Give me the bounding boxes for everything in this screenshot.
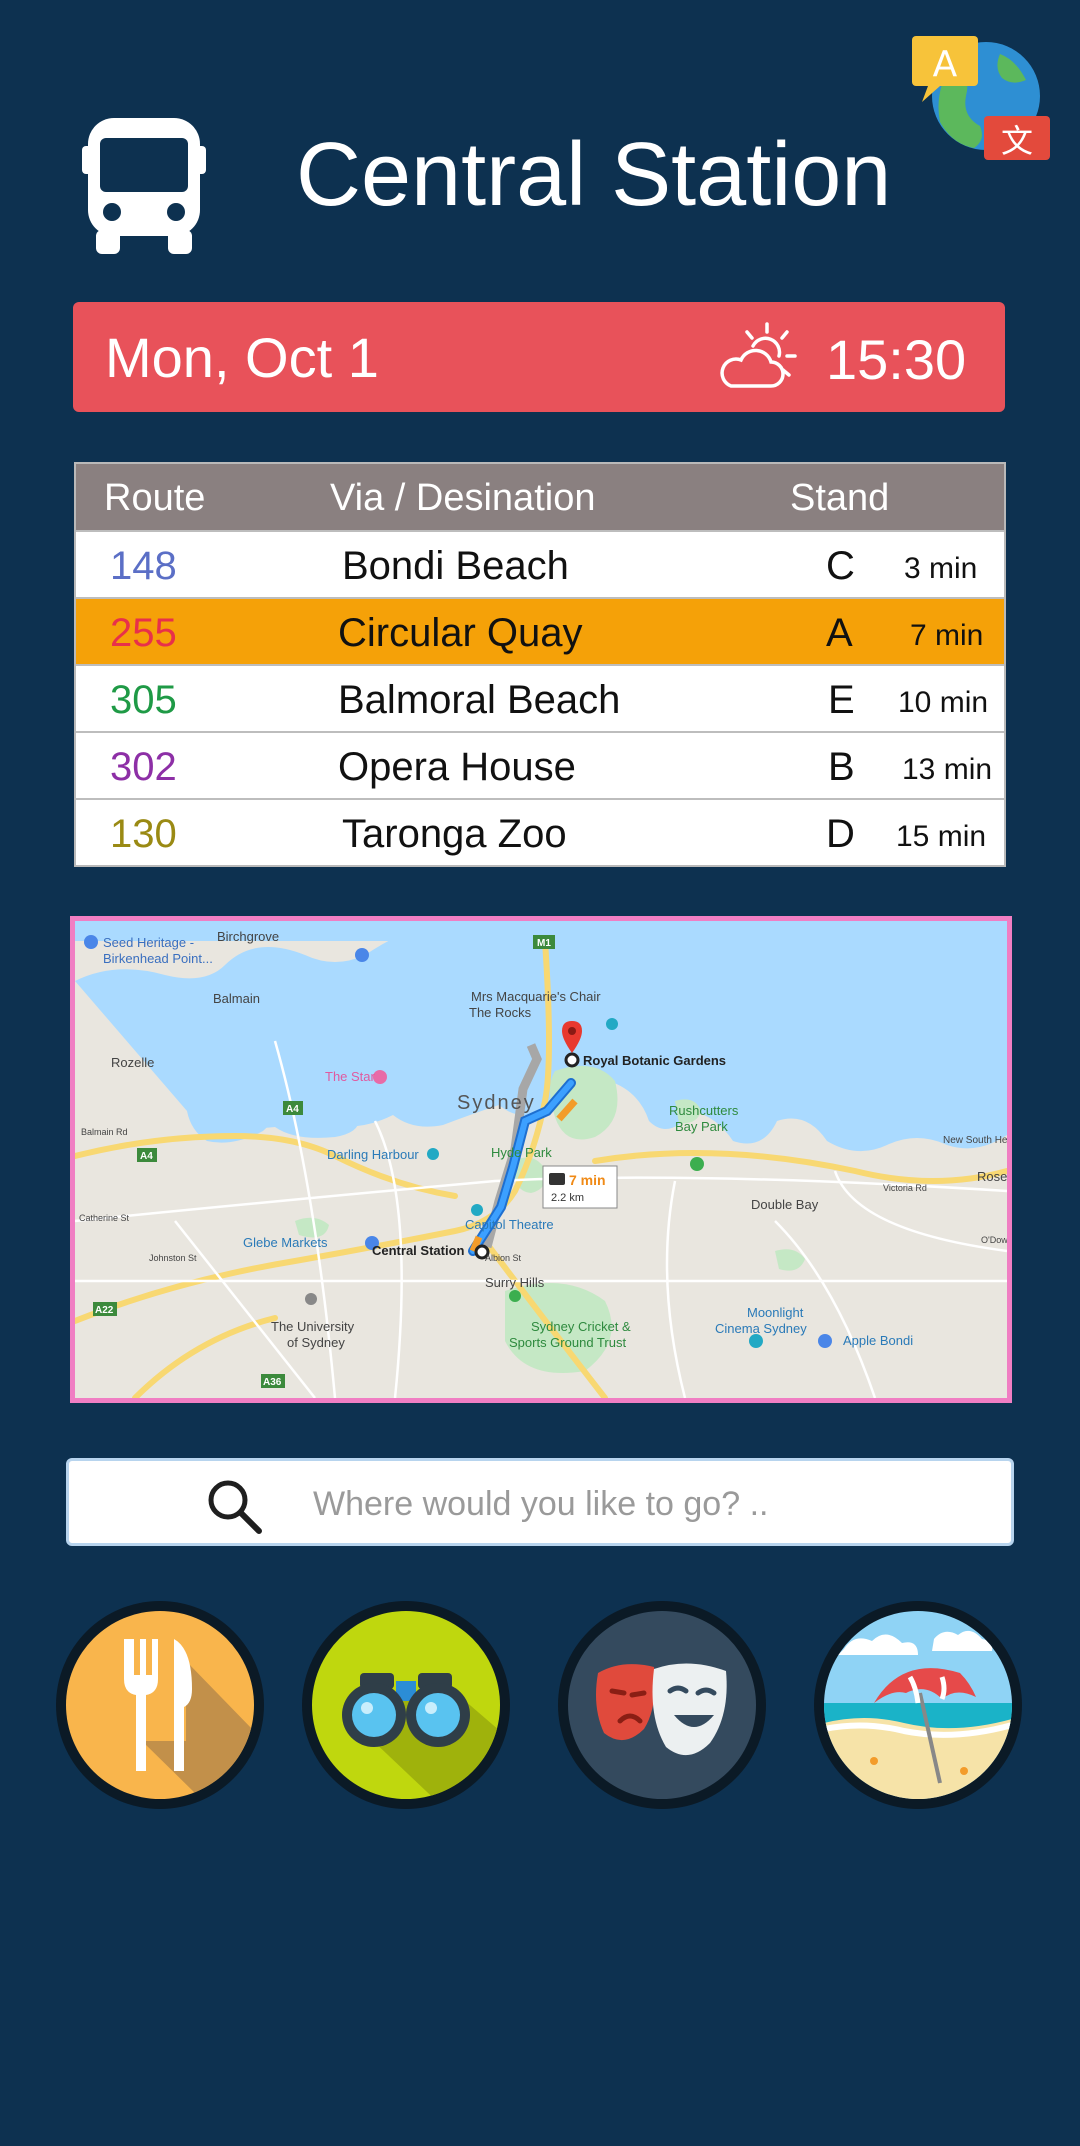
minutes-until: 15 min [896, 820, 987, 853]
map-label: Rushcutters [669, 1103, 739, 1118]
destination: Bondi Beach [342, 544, 569, 588]
map-label: Birchgrove [217, 929, 279, 944]
minutes-until: 7 min [910, 619, 984, 652]
stand: E [828, 678, 855, 722]
theatre-masks-icon [568, 1611, 756, 1799]
stand: D [826, 812, 855, 856]
search-icon [208, 1480, 262, 1534]
table-row[interactable]: 148 Bondi Beach C 3 min [76, 530, 1004, 597]
map-label: of Sydney [287, 1335, 345, 1350]
stand: C [826, 544, 855, 588]
map-label: Sydney [457, 1092, 536, 1114]
map-label: A4 [286, 1104, 299, 1115]
destination: Circular Quay [338, 611, 583, 655]
category-theatre-button[interactable] [558, 1601, 766, 1809]
map-label: Balmain [213, 991, 260, 1006]
map-label: Rozelle [111, 1055, 154, 1070]
map-distance: 2.2 km [551, 1192, 584, 1204]
destination: Balmoral Beach [338, 678, 621, 722]
map-label: O'Dowd St [981, 1235, 1007, 1245]
map-label: Royal Botanic Gardens [583, 1053, 726, 1068]
map-label: Cinema Sydney [715, 1321, 807, 1336]
route-number: 255 [110, 611, 177, 655]
table-header: Route Via / Desination Stand [76, 464, 1004, 530]
map-label: Victoria Rd [883, 1183, 927, 1193]
map-label: Rose [977, 1169, 1007, 1184]
page-title: Central Station [296, 125, 892, 225]
table-row[interactable]: 130 Taronga Zoo D 15 min [76, 798, 1004, 865]
map-label: A4 [140, 1151, 153, 1162]
table-row[interactable]: 302 Opera House B 13 min [76, 731, 1004, 798]
map-label: M1 [537, 938, 551, 949]
map-label: Balmain Rd [81, 1127, 128, 1137]
date-label: Mon, Oct 1 [105, 326, 379, 389]
map-label: Sydney Cricket & [531, 1319, 631, 1334]
map-label: A22 [95, 1305, 114, 1316]
map-duration: 7 min [569, 1172, 606, 1188]
map-label: Birkenhead Point... [103, 951, 213, 966]
column-header-destination: Via / Desination [330, 477, 596, 519]
partly-cloudy-icon [720, 322, 797, 388]
category-sightseeing-button[interactable] [302, 1601, 510, 1809]
current-time: 15:30 [826, 328, 967, 391]
date-time-bar: Mon, Oct 1 15:30 [73, 302, 1005, 412]
map-label: The Rocks [469, 1005, 532, 1020]
map-label: Moonlight [747, 1305, 804, 1320]
route-number: 130 [110, 812, 177, 856]
destination: Opera House [338, 745, 576, 789]
map-label: Seed Heritage - [103, 935, 194, 950]
map-label: Sports Ground Trust [509, 1335, 626, 1350]
map-label: Albion St [485, 1253, 522, 1263]
map-label: Catherine St [79, 1213, 130, 1223]
map-label: Capitol Theatre [465, 1217, 554, 1232]
table-row[interactable]: 305 Balmoral Beach E 10 min [76, 664, 1004, 731]
bus-icon [82, 118, 206, 254]
stand: A [826, 611, 853, 655]
fork-knife-icon [66, 1611, 254, 1799]
svg-text:A: A [933, 44, 958, 85]
route-number: 302 [110, 745, 177, 789]
destination: Taronga Zoo [342, 812, 567, 856]
departures-table: Route Via / Desination Stand 148 Bondi B… [74, 462, 1006, 867]
map-label: Bay Park [675, 1119, 728, 1134]
minutes-until: 10 min [898, 686, 989, 719]
minutes-until: 3 min [904, 552, 978, 585]
category-beach-button[interactable] [814, 1601, 1022, 1809]
map-label: Hyde Park [491, 1145, 552, 1160]
route-map[interactable]: 7 min 2.2 km Seed Heritage - Birkenhead … [70, 916, 1012, 1403]
stand: B [828, 745, 855, 789]
beach-umbrella-icon [824, 1611, 1012, 1799]
minutes-until: 13 min [902, 753, 993, 786]
map-label: Glebe Markets [243, 1235, 328, 1250]
table-row[interactable]: 255 Circular Quay A 7 min [76, 597, 1004, 664]
map-label: Darling Harbour [327, 1147, 419, 1162]
map-label: A36 [263, 1377, 282, 1388]
category-food-button[interactable] [56, 1601, 264, 1809]
map-label: Surry Hills [485, 1275, 545, 1290]
route-number: 305 [110, 678, 177, 722]
map-label: Central Station [372, 1243, 465, 1258]
binoculars-icon [312, 1611, 500, 1799]
search-bar[interactable] [66, 1458, 1014, 1546]
map-label: Apple Bondi [843, 1333, 913, 1348]
column-header-stand: Stand [790, 477, 890, 519]
map-label: Double Bay [751, 1197, 819, 1212]
map-label: The University [271, 1319, 355, 1334]
map-label: New South Head [943, 1135, 1007, 1146]
map-label: Mrs Macquarie's Chair [471, 989, 601, 1004]
column-header-route: Route [104, 477, 206, 519]
search-input[interactable] [313, 1477, 953, 1531]
map-label: The Star [325, 1069, 376, 1084]
map-label: Johnston St [149, 1253, 197, 1263]
svg-text:文: 文 [1001, 122, 1033, 160]
route-number: 148 [110, 544, 177, 588]
